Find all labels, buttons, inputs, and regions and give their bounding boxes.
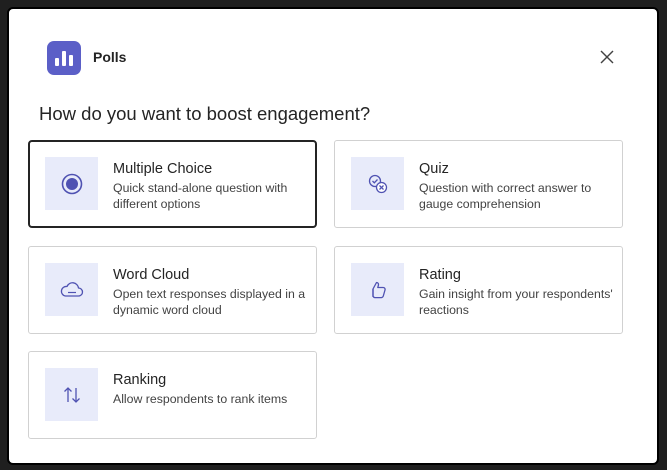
option-icon-tile: [351, 263, 404, 316]
option-description: Gain insight from your respondents' reac…: [419, 287, 613, 317]
option-card-rating[interactable]: Rating Gain insight from your respondent…: [334, 246, 623, 334]
option-title: Word Cloud: [113, 267, 190, 283]
quiz-check-icon: [368, 174, 387, 193]
polls-bar-chart-icon: [47, 41, 81, 75]
option-description: Allow respondents to rank items: [113, 392, 288, 406]
option-icon-tile: [45, 157, 98, 210]
option-description: Quick stand-alone question with differen…: [113, 181, 288, 211]
option-icon-tile: [351, 157, 404, 210]
option-icon-tile: [45, 368, 98, 421]
option-description: Question with correct answer to gauge co…: [419, 181, 592, 211]
cloud-icon: [60, 281, 83, 297]
close-icon: [600, 50, 614, 64]
option-card-word-cloud[interactable]: Word Cloud Open text responses displayed…: [28, 246, 317, 334]
option-card-multiple-choice[interactable]: Multiple Choice Quick stand-alone questi…: [28, 140, 317, 228]
dialog-heading: How do you want to boost engagement?: [39, 103, 371, 124]
close-button[interactable]: [597, 47, 617, 67]
window-backdrop: Polls How do you want to boost engagemen…: [0, 0, 667, 470]
thumbs-up-icon: [371, 281, 386, 298]
app-title: Polls: [93, 49, 127, 65]
radio-button-icon: [61, 173, 82, 194]
option-card-ranking[interactable]: Ranking Allow respondents to rank items: [28, 351, 317, 439]
option-description: Open text responses displayed in a dynam…: [113, 287, 306, 317]
option-card-quiz[interactable]: Quiz Question with correct answer to gau…: [334, 140, 623, 228]
option-title: Multiple Choice: [113, 161, 213, 177]
option-icon-tile: [45, 263, 98, 316]
sort-arrows-icon: [63, 386, 80, 403]
option-title: Ranking: [113, 372, 167, 388]
option-title: Quiz: [419, 161, 449, 177]
option-title: Rating: [419, 267, 461, 283]
polls-dialog: Polls How do you want to boost engagemen…: [7, 7, 659, 465]
